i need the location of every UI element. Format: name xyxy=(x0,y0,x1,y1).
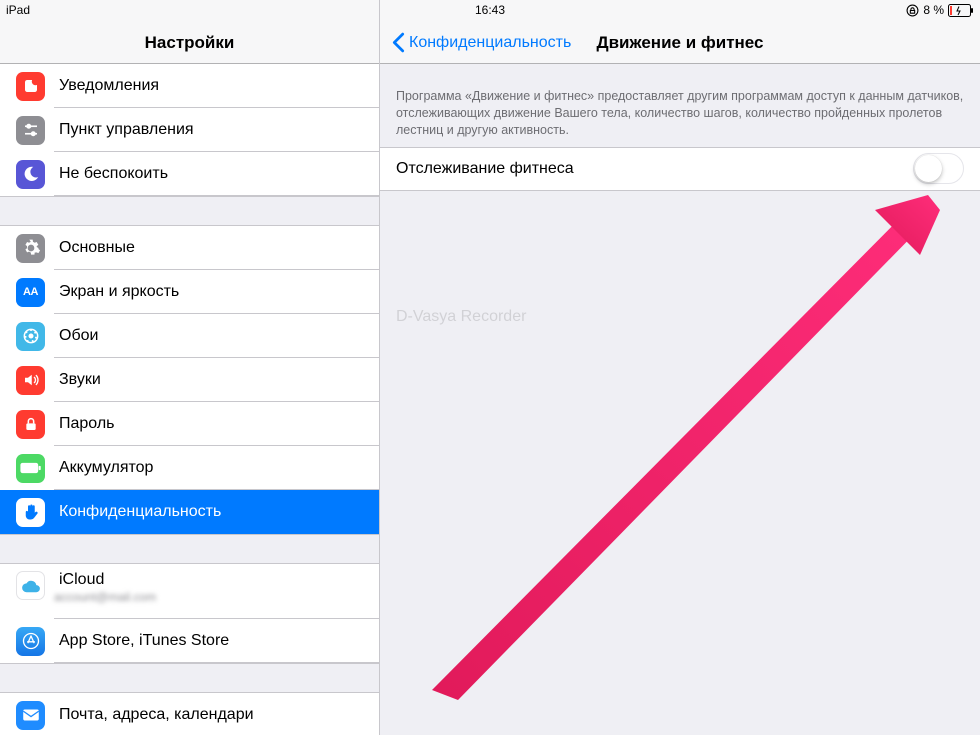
sidebar-item-do-not-disturb[interactable]: Не беспокоить xyxy=(0,152,379,196)
sidebar-item-label: Пункт управления xyxy=(59,121,194,139)
sidebar-item-general[interactable]: Основные xyxy=(0,226,379,270)
sidebar-item-label: App Store, iTunes Store xyxy=(59,632,229,650)
sidebar-item-label: Основные xyxy=(59,239,135,257)
lock-icon xyxy=(16,410,45,439)
sidebar-item-appstore[interactable]: App Store, iTunes Store xyxy=(0,619,379,663)
status-time: 16:43 xyxy=(0,3,980,17)
fitness-tracking-toggle[interactable] xyxy=(913,153,964,184)
status-bar: iPad 16:43 8 % xyxy=(0,0,980,20)
sidebar-item-display-brightness[interactable]: AA Экран и яркость xyxy=(0,270,379,314)
explain-text: Программа «Движение и фитнес» предоставл… xyxy=(380,64,980,147)
sidebar-list: Уведомления Пункт управления Не беспокои… xyxy=(0,64,379,735)
back-button[interactable]: Конфиденциальность xyxy=(384,32,571,53)
back-button-label: Конфиденциальность xyxy=(409,34,571,52)
group-spacer xyxy=(0,196,379,226)
group-spacer xyxy=(0,534,379,564)
sidebar-item-battery[interactable]: Аккумулятор xyxy=(0,446,379,490)
settings-sidebar: Настройки Уведомления Пункт управления Н… xyxy=(0,0,380,735)
faded-app-label: D-Vasya Recorder xyxy=(396,308,526,326)
cloud-icon xyxy=(16,571,45,600)
sidebar-title: Настройки xyxy=(145,33,235,53)
control-center-icon xyxy=(16,116,45,145)
icloud-account-label: account@mail.com xyxy=(54,590,156,604)
main-panel: Конфиденциальность Движение и фитнес Про… xyxy=(380,0,980,735)
sidebar-item-notifications[interactable]: Уведомления xyxy=(0,64,379,108)
faded-app-row: D-Vasya Recorder xyxy=(380,295,980,339)
battery-row-icon xyxy=(16,454,45,483)
sidebar-item-label: Почта, адреса, календари xyxy=(59,706,254,724)
sidebar-item-sounds[interactable]: Звуки xyxy=(0,358,379,402)
sidebar-item-passcode[interactable]: Пароль xyxy=(0,402,379,446)
sidebar-item-label: Обои xyxy=(59,327,98,345)
brightness-icon: AA xyxy=(16,278,45,307)
sidebar-item-label: Экран и яркость xyxy=(59,283,179,301)
sidebar-item-label: Аккумулятор xyxy=(59,459,153,477)
sound-icon xyxy=(16,366,45,395)
sidebar-item-label: Звуки xyxy=(59,371,101,389)
sidebar-item-label: iCloud xyxy=(59,571,104,589)
sidebar-item-control-center[interactable]: Пункт управления xyxy=(0,108,379,152)
group-spacer xyxy=(0,663,379,693)
appstore-icon xyxy=(16,627,45,656)
sidebar-item-mail-contacts-calendars[interactable]: Почта, адреса, календари xyxy=(0,693,379,735)
sidebar-item-icloud[interactable]: iCloud account@mail.com xyxy=(0,564,379,619)
main-content: Программа «Движение и фитнес» предоставл… xyxy=(380,64,980,339)
fitness-tracking-label: Отслеживание фитнеса xyxy=(396,160,574,178)
gear-icon xyxy=(16,234,45,263)
notifications-icon xyxy=(16,72,45,101)
sidebar-item-label: Уведомления xyxy=(59,77,159,95)
fitness-tracking-row: Отслеживание фитнеса xyxy=(380,147,980,191)
sidebar-item-label: Не беспокоить xyxy=(59,165,168,183)
sidebar-item-wallpaper[interactable]: Обои xyxy=(0,314,379,358)
hand-icon xyxy=(16,498,45,527)
mail-icon xyxy=(16,701,45,730)
sidebar-item-label: Конфиденциальность xyxy=(59,503,221,521)
wallpaper-icon xyxy=(16,322,45,351)
toggle-knob xyxy=(915,155,942,182)
chevron-left-icon xyxy=(392,32,405,53)
sidebar-item-privacy[interactable]: Конфиденциальность xyxy=(0,490,379,534)
moon-icon xyxy=(16,160,45,189)
sidebar-item-label: Пароль xyxy=(59,415,115,433)
